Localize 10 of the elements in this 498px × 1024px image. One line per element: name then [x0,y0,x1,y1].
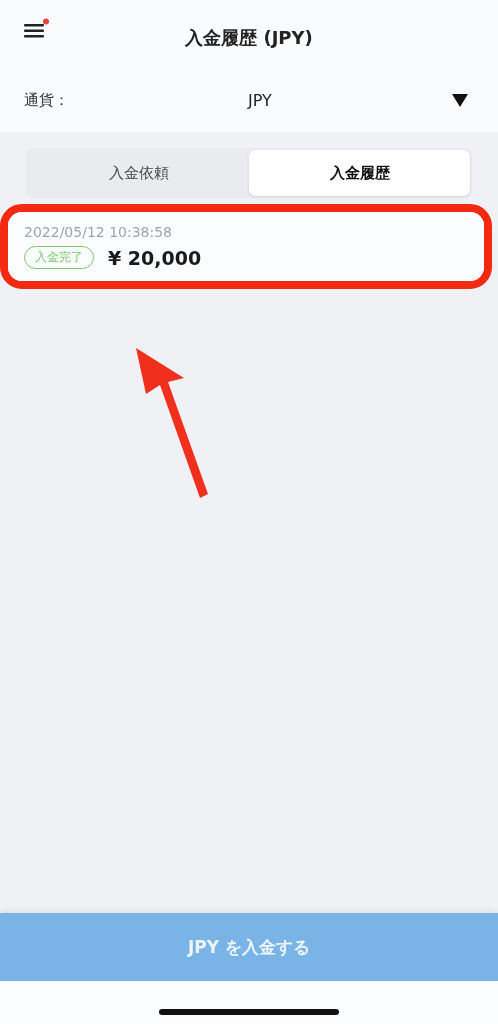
deposit-datetime: 2022/05/12 10:38:58 [24,224,174,240]
tab[interactable]: 入金履歴 [249,150,470,196]
history-card[interactable]: 2022/05/12 10:38:58 入金完了 ¥ 20,000 [8,212,484,281]
deposit-amount: ¥ 20,000 [108,246,202,269]
dropdown-caret-icon [452,93,468,107]
currency-label: 通貨： [24,90,70,110]
currency-value: JPY [246,90,273,110]
tab[interactable]: 入金依頼 [28,150,249,196]
page-title: 入金履歴 (JPY) [185,26,313,50]
currency-dropdown[interactable]: 通貨： JPY [0,76,498,124]
